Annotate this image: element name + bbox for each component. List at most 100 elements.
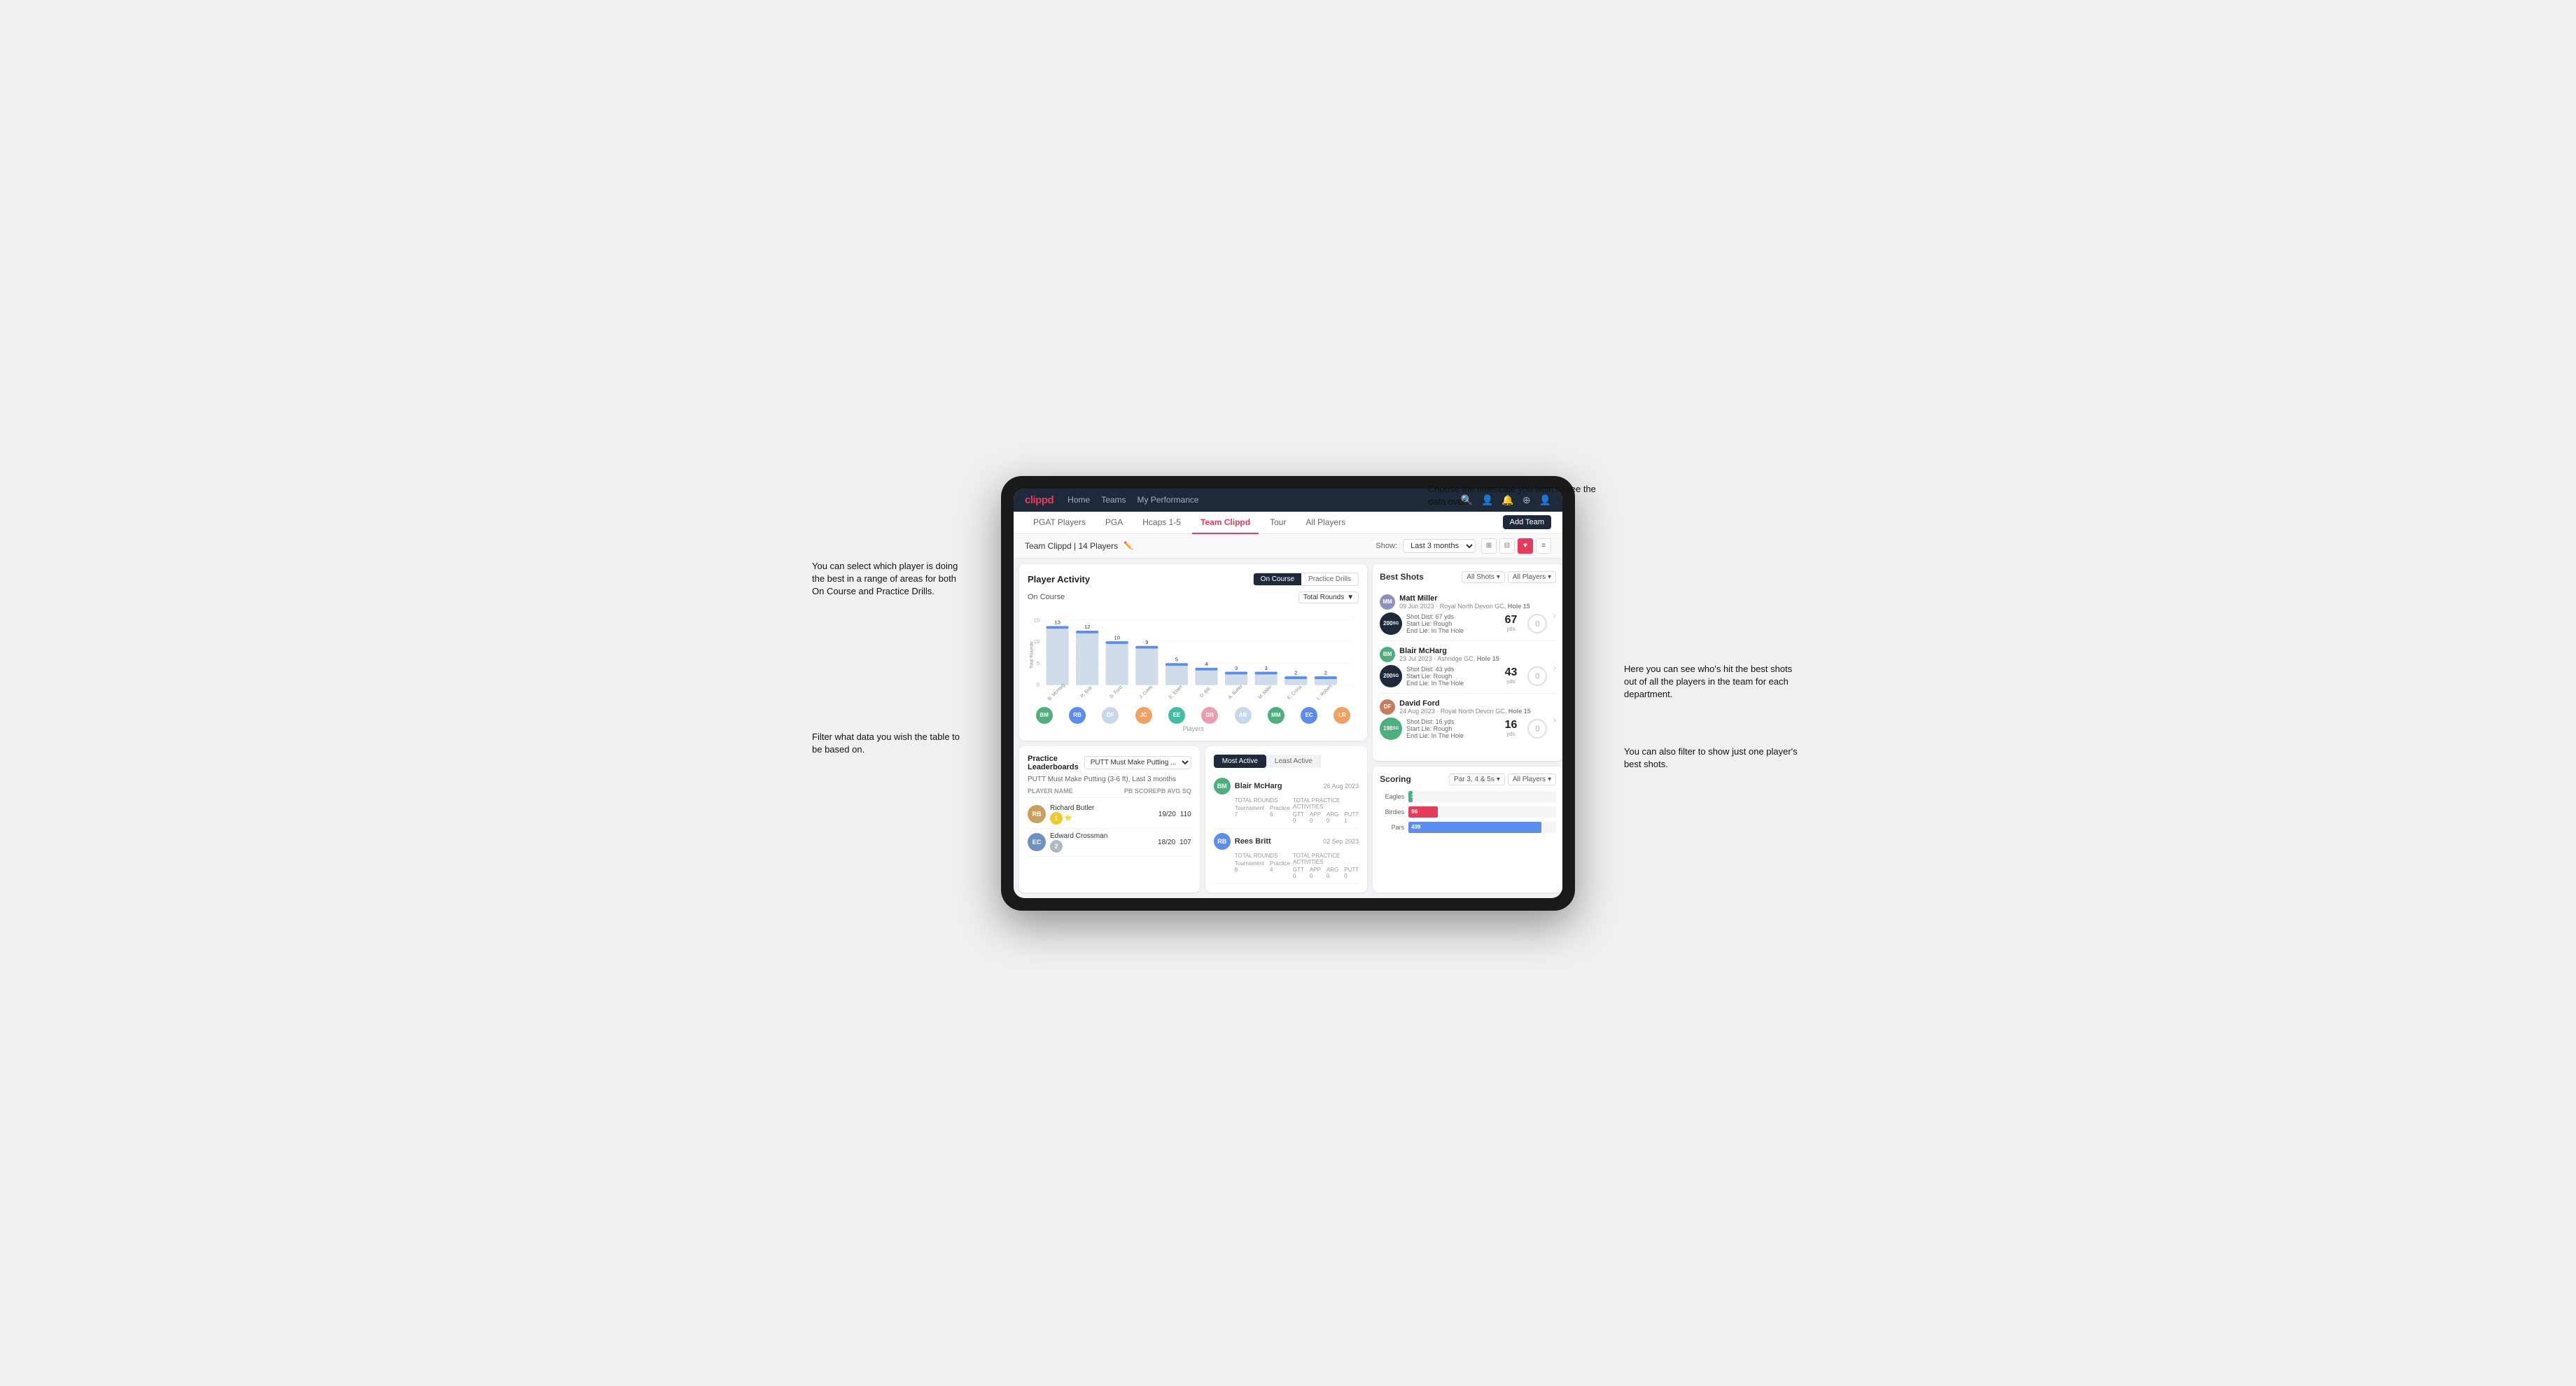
pa-gtt-2: GTT 0 [1293,867,1304,879]
leaderboard-header: Practice Leaderboards PUTT Must Make Put… [1028,755,1191,771]
shot-player-meta-1: Matt Miller 09 Jun 2023 · Royal North De… [1399,594,1530,610]
pa-practice-group-1: Total Practice Activities GTT 0 APP [1293,797,1359,824]
on-course-tab[interactable]: On Course [1254,573,1301,585]
lb-rank-1: Richard Butler 1 ⭐ [1050,804,1154,825]
lb-avatar-crossman: EC [1028,833,1046,851]
grid-large-view-icon[interactable]: ⊞ [1481,538,1497,554]
shot-stat-dist-1: 67 yds [1498,615,1523,632]
least-active-tab[interactable]: Least Active [1266,755,1321,768]
scoring-bar-val-birdies: 96 [1411,808,1418,815]
svg-text:0: 0 [1037,681,1040,687]
shot-chevron-3[interactable]: › [1553,714,1556,725]
pa-practice-activities-label-1: Total Practice Activities [1293,797,1359,810]
shot-player-info-3: DF David Ford 24 Aug 2023 · Royal North … [1380,699,1547,740]
svg-text:13: 13 [1054,619,1060,625]
pa-tournament-2: Tournament 8 [1235,860,1264,873]
table-row: EC Edward Crossman 2 18/20 107 [1028,829,1191,857]
annotation-player-filter: You can also filter to show just one pla… [1624,746,1806,771]
player-activity-title: Player Activity [1028,574,1090,584]
shot-item-2[interactable]: BM Blair McHarg 23 Jul 2023 · Ashridge G… [1380,641,1556,694]
grid-small-view-icon[interactable]: ⊟ [1499,538,1515,554]
lb-name-butler: Richard Butler [1050,804,1154,812]
shot-text-3: Shot Dist: 16 yds Start Lie: Rough End L… [1406,718,1494,739]
scoring-bar-eagles: 3 [1408,791,1413,802]
pa-avatar-britt: RB [1214,833,1231,850]
all-players-filter[interactable]: All Players ▾ [1508,571,1556,583]
shot-details-2: 200 SG Shot Dist: 43 yds Start Lie: Roug… [1380,665,1547,687]
rank-silver-icon: 2 [1050,840,1063,853]
all-shots-filter[interactable]: All Shots ▾ [1462,571,1505,583]
lb-name-crossman: Edward Crossman [1050,832,1154,840]
most-active-tab[interactable]: Most Active [1214,755,1266,768]
shot-avatar-mcharg: BM [1380,647,1395,662]
pa-tournament-1: Tournament 7 [1235,805,1264,818]
brand-logo: clippd [1025,494,1054,506]
practice-drills-tab[interactable]: Practice Drills [1301,573,1358,585]
scoring-bar-birdies: 96 [1408,806,1438,818]
scoring-bar-pars: 499 [1408,822,1541,833]
tab-team-clippd[interactable]: Team Clippd [1192,512,1259,534]
tab-hcaps[interactable]: Hcaps 1-5 [1134,512,1189,534]
svg-text:10: 10 [1114,634,1120,640]
pa-app-2: APP 0 [1310,867,1321,879]
leaderboard-drill-select[interactable]: PUTT Must Make Putting ... [1084,756,1191,769]
shot-player-meta-3: David Ford 24 Aug 2023 · Royal North Dev… [1399,699,1531,715]
pa-rounds-row-2: Tournament 8 Practice 4 [1235,860,1290,873]
nav-home[interactable]: Home [1068,495,1090,505]
edit-team-icon[interactable]: ✏️ [1124,541,1133,550]
pa-header-1: BM Blair McHarg 26 Aug 2023 [1214,778,1359,794]
pa-practice-group-2: Total Practice Activities GTT 0 APP [1293,853,1359,879]
pa-stats-1: Total Rounds Tournament 7 Practice [1214,797,1359,824]
avatar-robertson: LR [1334,707,1350,724]
shot-player-info-2: BM Blair McHarg 23 Jul 2023 · Ashridge G… [1380,647,1547,687]
nav-my-performance[interactable]: My Performance [1138,495,1199,505]
nav-teams[interactable]: Teams [1101,495,1126,505]
tablet-frame: clippd Home Teams My Performance 🔍 👤 🔔 ⊕… [1001,476,1575,911]
scoring-title: Scoring [1380,774,1411,784]
scoring-birdies-label: Birdies [1380,808,1404,816]
player-activity-card: Player Activity On Course Practice Drill… [1019,564,1367,741]
shot-details-3: 198 SG Shot Dist: 16 yds Start Lie: Roug… [1380,718,1547,740]
shot-player-row-3: DF David Ford 24 Aug 2023 · Royal North … [1380,699,1547,715]
svg-text:12: 12 [1084,624,1090,630]
lb-score-crossman: 18/20 [1158,839,1175,846]
annotation-timescale: Choose the timescale you wish to see the… [1428,483,1610,508]
tab-tour[interactable]: Tour [1261,512,1294,534]
shot-player-row-2: BM Blair McHarg 23 Jul 2023 · Ashridge G… [1380,647,1547,662]
add-team-button[interactable]: Add Team [1503,515,1551,529]
par-filter[interactable]: Par 3, 4 & 5s ▾ [1449,774,1505,785]
shot-player-name-3: David Ford [1399,699,1531,708]
lb-col-avg: PB AVG SQ [1157,788,1191,794]
pa-avatar-mcharg: BM [1214,778,1231,794]
active-player-row-2: RB Rees Britt 02 Sep 2023 Total Rounds [1214,829,1359,884]
heart-view-icon[interactable]: ♥ [1518,538,1533,554]
shot-chevron-1[interactable]: › [1553,609,1556,620]
tab-all-players[interactable]: All Players [1297,512,1354,534]
shot-stat-zero-1: 0 [1527,614,1547,634]
svg-text:Total Rounds: Total Rounds [1030,641,1035,668]
player-activity-header: Player Activity On Course Practice Drill… [1028,573,1359,586]
best-shots-filters: All Shots ▾ All Players ▾ [1462,571,1556,583]
lb-score-butler: 19/20 [1158,811,1176,818]
svg-text:2: 2 [1294,669,1297,676]
avatar-britt: RB [1069,707,1086,724]
shot-player-name-2: Blair McHarg [1399,647,1499,655]
svg-text:J. Coles: J. Coles [1138,684,1154,699]
shot-chevron-2[interactable]: › [1553,662,1556,673]
scoring-eagles-label: Eagles [1380,793,1404,800]
shot-item-1[interactable]: MM Matt Miller 09 Jun 2023 · Royal North… [1380,589,1556,641]
shot-item-3[interactable]: DF David Ford 24 Aug 2023 · Royal North … [1380,694,1556,746]
annotation-best-shots: Here you can see who's hit the best shot… [1624,663,1806,701]
pa-putt-1: PUTT 1 [1344,811,1359,824]
tab-pgat-players[interactable]: PGAT Players [1025,512,1094,534]
scoring-players-filter[interactable]: All Players ▾ [1508,774,1556,785]
pa-rounds-group-2: Total Rounds Tournament 8 Practice [1235,853,1290,879]
bottom-row: Practice Leaderboards PUTT Must Make Put… [1019,746,1367,892]
timescale-select[interactable]: Last 3 months [1403,539,1476,553]
scoring-row-eagles: Eagles 3 [1380,791,1556,802]
total-rounds-filter[interactable]: Total Rounds ▼ [1298,592,1359,603]
annotation-filter: Filter what data you wish the table to b… [812,731,966,756]
tab-pga[interactable]: PGA [1097,512,1131,534]
lb-rank-2: Edward Crossman 2 [1050,832,1154,853]
list-view-icon[interactable]: ≡ [1536,538,1551,554]
